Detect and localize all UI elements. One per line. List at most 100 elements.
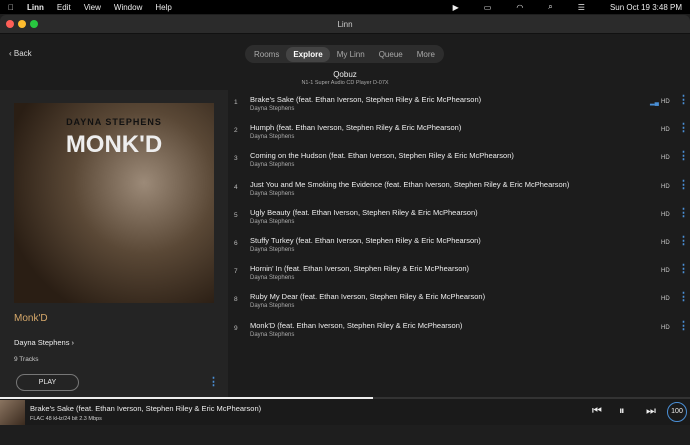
track-row[interactable]: 3 Coming on the Hudson (feat. Ethan Iver… bbox=[228, 146, 690, 174]
track-number: 6 bbox=[234, 239, 238, 247]
device-name: N1-1 Super Audio CD Player D-07X bbox=[301, 80, 389, 86]
main-area: ‹ Back Rooms Explore My Linn Queue More … bbox=[0, 34, 690, 397]
pause-icon[interactable]: ⏸ bbox=[619, 405, 625, 418]
hd-badge: HD bbox=[661, 211, 670, 218]
wifi-icon[interactable]: ◠ bbox=[516, 3, 523, 12]
track-title: Coming on the Hudson (feat. Ethan Iverso… bbox=[250, 151, 514, 161]
track-number: 5 bbox=[234, 211, 238, 219]
album-panel: DAYNA STEPHENS MONK'D Monk'D Dayna Steph… bbox=[0, 90, 228, 397]
track-more-icon[interactable]: ⋮ bbox=[678, 151, 689, 162]
menu-app[interactable]: Linn bbox=[27, 3, 44, 12]
window-title: Linn bbox=[337, 20, 353, 29]
close-button[interactable] bbox=[6, 20, 14, 28]
menu-help[interactable]: Help bbox=[155, 3, 171, 12]
tab-explore[interactable]: Explore bbox=[286, 46, 330, 62]
album-art: DAYNA STEPHENS MONK'D bbox=[14, 103, 214, 303]
menu-bar:  Linn Edit View Window Help ▶ ▭ ◠ ⌕ ☰ S… bbox=[0, 0, 690, 14]
track-count: 9 Tracks bbox=[14, 356, 39, 363]
track-row[interactable]: 9 Monk'D (feat. Ethan Iverson, Stephen R… bbox=[228, 316, 690, 344]
now-playing-title: Brake's Sake (feat. Ethan Iverson, Steph… bbox=[30, 404, 262, 413]
control-center-icon[interactable]: ☰ bbox=[578, 3, 585, 12]
apple-icon[interactable]:  bbox=[8, 3, 14, 12]
search-icon[interactable]: ⌕ bbox=[548, 2, 552, 12]
track-more-icon[interactable]: ⋮ bbox=[678, 320, 689, 332]
track-more-icon[interactable]: ⋮ bbox=[678, 264, 689, 275]
track-row[interactable]: 6 Stuffy Turkey (feat. Ethan Iverson, St… bbox=[228, 231, 690, 259]
menu-view[interactable]: View bbox=[84, 3, 101, 12]
source-name: Qobuz bbox=[333, 70, 357, 79]
back-button[interactable]: ‹ Back bbox=[9, 49, 32, 58]
hd-badge: HD bbox=[661, 127, 670, 134]
track-more-icon[interactable]: ⋮ bbox=[678, 95, 689, 106]
track-title: Just You and Me Smoking the Evidence (fe… bbox=[250, 179, 570, 189]
track-row[interactable]: 5 Ugly Beauty (feat. Ethan Iverson, Step… bbox=[228, 203, 690, 231]
window-footer bbox=[0, 425, 690, 445]
hd-badge: HD bbox=[661, 324, 670, 331]
artist-link[interactable]: Dayna Stephens › bbox=[14, 338, 74, 347]
track-title: Brake's Sake (feat. Ethan Iverson, Steph… bbox=[250, 95, 482, 104]
track-artist: Dayna Stephens bbox=[250, 106, 295, 112]
track-artist: Dayna Stephens bbox=[250, 134, 295, 141]
track-title: Stuffy Turkey (feat. Ethan Iverson, Step… bbox=[250, 235, 481, 245]
hd-badge: HD bbox=[661, 268, 670, 275]
hd-badge: HD bbox=[661, 99, 670, 105]
menu-edit[interactable]: Edit bbox=[57, 3, 71, 12]
now-playing-thumbnail[interactable] bbox=[0, 400, 25, 425]
track-title: Monk'D (feat. Ethan Iverson, Stephen Ril… bbox=[250, 320, 463, 330]
track-row[interactable]: 4 Just You and Me Smoking the Evidence (… bbox=[228, 175, 690, 203]
album-more-icon[interactable]: ⋮ bbox=[208, 377, 219, 388]
track-artist: Dayna Stephens bbox=[250, 275, 295, 282]
menu-window[interactable]: Window bbox=[114, 3, 142, 12]
track-more-icon[interactable]: ⋮ bbox=[678, 292, 689, 303]
track-list: 1 Brake's Sake (feat. Ethan Iverson, Ste… bbox=[228, 90, 690, 344]
tab-my-linn[interactable]: My Linn bbox=[330, 47, 372, 62]
hd-badge: HD bbox=[661, 296, 670, 303]
track-row[interactable]: 1 Brake's Sake (feat. Ethan Iverson, Ste… bbox=[228, 90, 690, 118]
track-number: 7 bbox=[234, 268, 238, 276]
track-artist: Dayna Stephens bbox=[250, 162, 295, 169]
tab-more[interactable]: More bbox=[410, 47, 442, 62]
play-button[interactable]: PLAY bbox=[16, 374, 79, 391]
track-number: 1 bbox=[234, 99, 238, 106]
nav-tabs: Rooms Explore My Linn Queue More bbox=[245, 45, 444, 63]
now-playing-icon: ▂▄ bbox=[650, 100, 659, 106]
hd-badge: HD bbox=[661, 239, 670, 246]
now-playing-format: FLAC 48 kHz/24 bit 2.3 Mbps bbox=[30, 416, 102, 422]
zoom-button[interactable] bbox=[30, 20, 38, 28]
track-artist: Dayna Stephens bbox=[250, 303, 295, 310]
track-title: Humph (feat. Ethan Iverson, Stephen Rile… bbox=[250, 123, 462, 133]
track-row[interactable]: 2 Humph (feat. Ethan Iverson, Stephen Ri… bbox=[228, 118, 690, 146]
play-status-icon[interactable]: ▶ bbox=[453, 3, 459, 12]
track-number: 2 bbox=[234, 127, 238, 135]
tab-queue[interactable]: Queue bbox=[372, 47, 410, 62]
progress-bar[interactable] bbox=[0, 397, 373, 399]
hd-badge: HD bbox=[661, 155, 670, 162]
track-row[interactable]: 8 Ruby My Dear (feat. Ethan Iverson, Ste… bbox=[228, 287, 690, 315]
track-row[interactable]: 7 Hornin' In (feat. Ethan Iverson, Steph… bbox=[228, 259, 690, 287]
album-title: Monk'D bbox=[14, 313, 48, 324]
clock[interactable]: Sun Oct 19 3:48 PM bbox=[610, 3, 682, 12]
battery-icon[interactable]: ▭ bbox=[484, 3, 492, 12]
tab-rooms[interactable]: Rooms bbox=[247, 47, 286, 62]
track-number: 4 bbox=[234, 183, 238, 191]
track-more-icon[interactable]: ⋮ bbox=[678, 235, 689, 247]
track-title: Ugly Beauty (feat. Ethan Iverson, Stephe… bbox=[250, 207, 478, 217]
volume-button[interactable]: 100 bbox=[667, 402, 687, 422]
track-artist: Dayna Stephens bbox=[250, 218, 295, 225]
now-playing-bar: Brake's Sake (feat. Ethan Iverson, Steph… bbox=[0, 397, 690, 425]
track-more-icon[interactable]: ⋮ bbox=[678, 179, 689, 191]
track-number: 9 bbox=[234, 324, 238, 332]
hd-badge: HD bbox=[661, 183, 670, 190]
previous-icon[interactable]: ⏮ bbox=[592, 405, 602, 418]
track-title: Ruby My Dear (feat. Ethan Iverson, Steph… bbox=[250, 292, 486, 302]
next-icon[interactable]: ⏭ bbox=[646, 405, 656, 418]
track-number: 8 bbox=[234, 296, 238, 304]
track-more-icon[interactable]: ⋮ bbox=[678, 123, 689, 134]
track-artist: Dayna Stephens bbox=[250, 331, 295, 338]
track-artist: Dayna Stephens bbox=[250, 190, 295, 197]
minimize-button[interactable] bbox=[18, 20, 26, 28]
cover-title: DAYNA STEPHENS bbox=[66, 117, 162, 127]
track-artist: Dayna Stephens bbox=[250, 246, 295, 253]
window-titlebar: Linn bbox=[0, 15, 690, 34]
track-more-icon[interactable]: ⋮ bbox=[678, 207, 689, 219]
